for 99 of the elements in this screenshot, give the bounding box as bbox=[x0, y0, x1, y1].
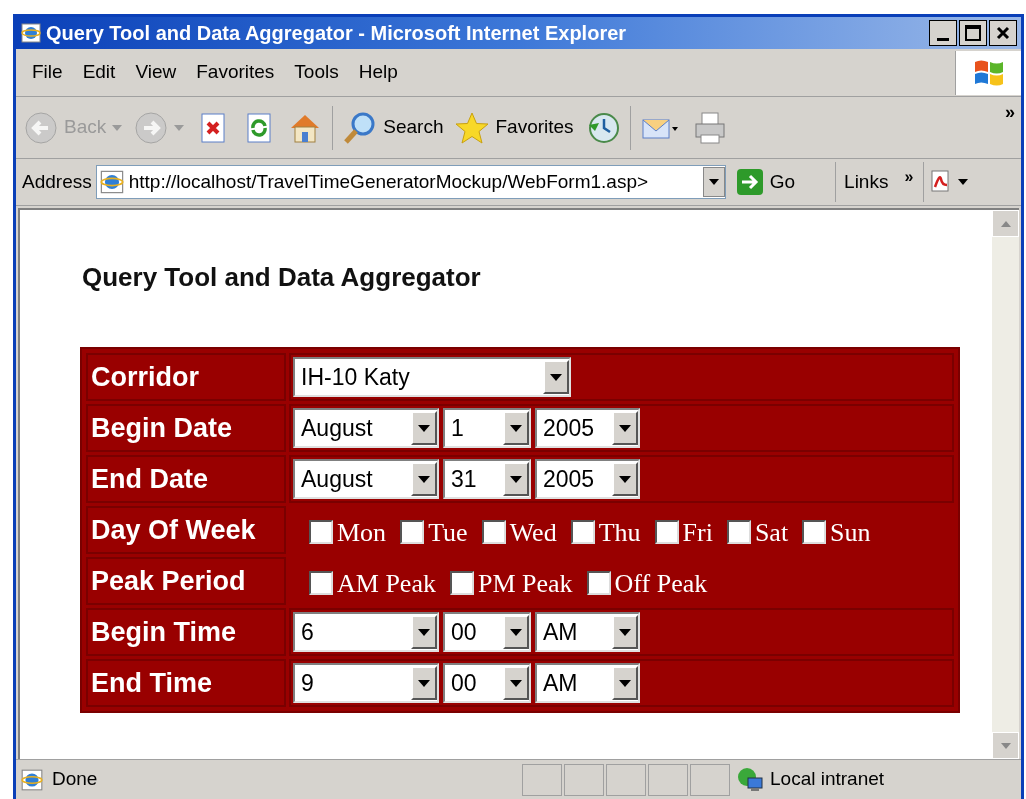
caret-icon bbox=[619, 679, 631, 687]
dropdown-field[interactable]: 31 bbox=[443, 459, 531, 499]
address-text: http://localhost/TravelTimeGeneratorMockup/WebForm1.asp> bbox=[127, 169, 650, 194]
checkbox-option[interactable]: Mon bbox=[309, 512, 387, 552]
dropdown-field[interactable]: 2005 bbox=[535, 408, 640, 448]
status-pane bbox=[522, 763, 562, 796]
go-button[interactable]: Go bbox=[729, 164, 802, 200]
caret-icon bbox=[708, 179, 719, 185]
dropdown-field[interactable]: 00 bbox=[443, 612, 531, 652]
checkbox-option[interactable]: AM Peak bbox=[309, 563, 436, 603]
dropdown-field[interactable]: AM bbox=[535, 663, 640, 703]
caret-icon bbox=[619, 628, 631, 636]
page-heading: Query Tool and Data Aggregator bbox=[82, 261, 482, 294]
menu-item[interactable]: Tools bbox=[286, 58, 347, 87]
printer-icon bbox=[692, 110, 727, 145]
more-chevron[interactable]: » bbox=[1005, 99, 1015, 126]
scrollbar[interactable] bbox=[992, 210, 1019, 759]
checkbox-option[interactable]: Sat bbox=[726, 512, 789, 552]
checkbox-option[interactable]: Sun bbox=[802, 512, 871, 552]
status-pane bbox=[690, 763, 730, 796]
field-label: End Time bbox=[86, 659, 286, 707]
checkbox[interactable] bbox=[726, 520, 751, 544]
dropdown-field[interactable]: 00 bbox=[443, 663, 531, 703]
dropdown-field[interactable]: AM bbox=[535, 612, 640, 652]
caret-icon[interactable] bbox=[958, 179, 969, 185]
checkbox[interactable] bbox=[802, 520, 827, 544]
dropdown-field[interactable]: August bbox=[293, 408, 439, 448]
checkbox[interactable] bbox=[654, 520, 679, 544]
caret-icon bbox=[418, 475, 430, 483]
minimize-icon bbox=[937, 38, 949, 41]
caret-icon bbox=[619, 475, 631, 483]
scroll-up-button[interactable] bbox=[992, 210, 1019, 237]
down-arrow-icon bbox=[1000, 742, 1011, 749]
status-text: Done bbox=[52, 767, 98, 792]
dropdown-field[interactable]: 2005 bbox=[535, 459, 640, 499]
checkbox-option[interactable]: PM Peak bbox=[449, 563, 573, 603]
field-label: Begin Time bbox=[86, 608, 286, 656]
address-field[interactable]: http://localhost/TravelTimeGeneratorMockup/WebForm1.asp> bbox=[95, 165, 726, 199]
up-arrow-icon bbox=[1000, 220, 1011, 227]
caret-icon bbox=[550, 373, 562, 381]
dropdown-field[interactable]: August bbox=[293, 459, 439, 499]
caret-icon bbox=[510, 475, 522, 483]
checkbox[interactable] bbox=[481, 520, 506, 544]
more-chevron[interactable]: » bbox=[904, 165, 914, 189]
status-pane bbox=[564, 763, 604, 796]
caret-icon bbox=[418, 679, 430, 687]
caret-icon bbox=[112, 124, 123, 131]
checkbox-option[interactable]: Tue bbox=[400, 512, 468, 552]
caret-icon bbox=[418, 424, 430, 432]
menu-item[interactable]: View bbox=[127, 58, 185, 87]
scroll-down-button[interactable] bbox=[992, 732, 1019, 759]
status-pane bbox=[648, 763, 688, 796]
menu-item[interactable]: File bbox=[24, 58, 71, 87]
caret-icon bbox=[174, 124, 185, 131]
field-label: Peak Period bbox=[86, 557, 286, 605]
caret-icon bbox=[619, 424, 631, 432]
zone-text: Local intranet bbox=[770, 767, 885, 792]
dropdown-button[interactable] bbox=[702, 167, 725, 197]
minimize-button[interactable] bbox=[929, 20, 957, 46]
dropdown-field[interactable]: 6 bbox=[293, 612, 439, 652]
address-label: Address bbox=[22, 169, 92, 194]
caret-icon bbox=[510, 628, 522, 636]
checkbox-option[interactable]: Fri bbox=[654, 512, 713, 552]
window-title: Query Tool and Data Aggregator - Microsoft Internet Explorer bbox=[46, 21, 628, 46]
star-icon bbox=[455, 110, 490, 145]
browser-icon bbox=[20, 22, 42, 44]
links-label[interactable]: Links bbox=[844, 167, 889, 197]
favorites-button[interactable]: Favorites bbox=[453, 104, 576, 151]
field-label: End Date bbox=[86, 455, 286, 503]
menu-item[interactable]: Help bbox=[350, 58, 406, 87]
page-icon bbox=[98, 169, 125, 195]
field-label: Begin Date bbox=[86, 404, 286, 452]
network-icon bbox=[736, 765, 764, 794]
browser-icon bbox=[20, 767, 44, 792]
close-button[interactable] bbox=[989, 20, 1017, 46]
menu-item[interactable]: Edit bbox=[74, 58, 124, 87]
dropdown-field[interactable]: IH-10 Katy bbox=[293, 357, 571, 397]
caret-icon bbox=[510, 679, 522, 687]
checkbox[interactable] bbox=[309, 520, 333, 544]
status-pane bbox=[606, 763, 646, 796]
checkbox[interactable] bbox=[309, 571, 333, 595]
checkbox[interactable] bbox=[570, 520, 595, 544]
menu-item[interactable]: Favorites bbox=[188, 58, 283, 87]
checkbox[interactable] bbox=[400, 520, 425, 544]
checkbox[interactable] bbox=[449, 571, 474, 595]
checkbox-option[interactable]: Thu bbox=[570, 512, 641, 552]
checkbox-option[interactable]: Wed bbox=[481, 512, 557, 552]
close-icon bbox=[996, 26, 1010, 40]
checkbox-option[interactable]: Off Peak bbox=[586, 563, 708, 603]
caret-icon bbox=[418, 628, 430, 636]
dropdown-field[interactable]: 1 bbox=[443, 408, 531, 448]
dropdown-field[interactable]: 9 bbox=[293, 663, 439, 703]
field-label: Corridor bbox=[86, 353, 286, 401]
search-button[interactable]: Search bbox=[341, 104, 446, 151]
maximize-button[interactable] bbox=[959, 20, 987, 46]
field-label: Day Of Week bbox=[86, 506, 286, 554]
maximize-icon bbox=[965, 25, 981, 41]
caret-icon bbox=[510, 424, 522, 432]
checkbox[interactable] bbox=[586, 571, 611, 595]
